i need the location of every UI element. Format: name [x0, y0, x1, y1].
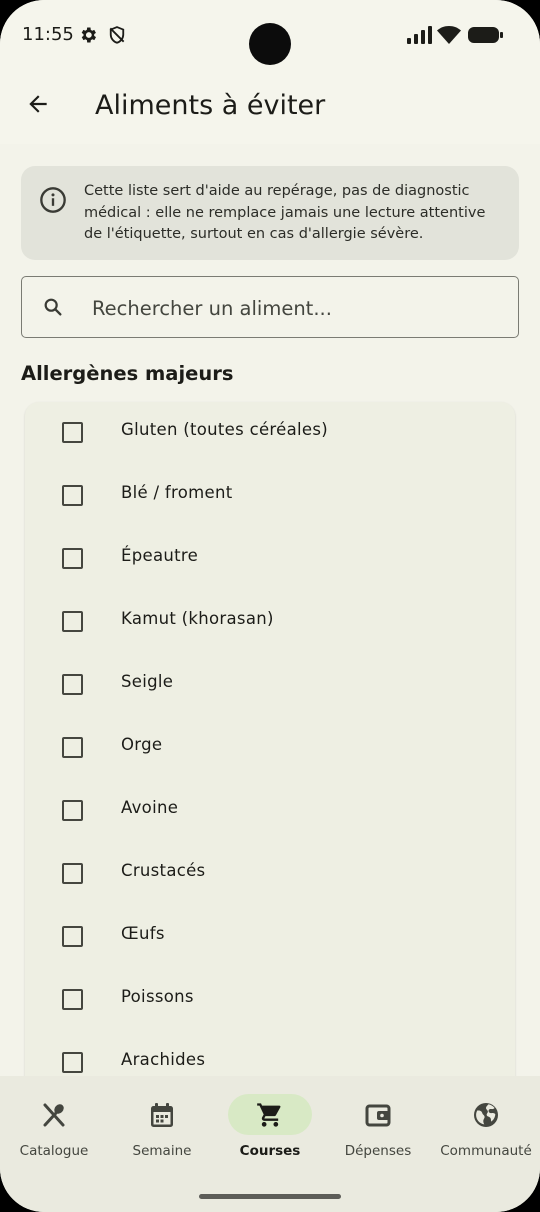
- checkbox[interactable]: [62, 989, 83, 1010]
- list-item[interactable]: Poissons: [25, 969, 515, 1032]
- nav-item-semaine[interactable]: Semaine: [108, 1076, 216, 1176]
- checkbox[interactable]: [62, 485, 83, 506]
- item-label: Orge: [121, 735, 163, 754]
- search-icon: [42, 296, 64, 322]
- main-content[interactable]: Cette liste sert d'aide au repérage, pas…: [0, 144, 540, 1076]
- checkbox[interactable]: [62, 863, 83, 884]
- item-label: Gluten (toutes céréales): [121, 420, 328, 439]
- item-label: Avoine: [121, 798, 179, 817]
- checkbox[interactable]: [62, 1052, 83, 1073]
- utensils-icon: [40, 1101, 68, 1129]
- nav-label: Dépenses: [344, 1143, 412, 1159]
- list-item[interactable]: Crustacés: [25, 843, 515, 906]
- item-label: Œufs: [121, 924, 165, 943]
- item-label: Kamut (khorasan): [121, 609, 274, 628]
- checkbox[interactable]: [62, 674, 83, 695]
- info-notice: Cette liste sert d'aide au repérage, pas…: [21, 166, 519, 260]
- allergen-list: Gluten (toutes céréales) Blé / froment É…: [25, 402, 515, 1076]
- status-time: 11:55: [22, 24, 74, 45]
- item-label: Blé / froment: [121, 483, 233, 502]
- battery-icon: [468, 26, 504, 48]
- gesture-bar: [199, 1194, 341, 1199]
- list-item[interactable]: Arachides: [25, 1032, 515, 1076]
- nav-item-communaute[interactable]: Communauté: [432, 1076, 540, 1176]
- list-item[interactable]: Seigle: [25, 654, 515, 717]
- checkbox[interactable]: [62, 611, 83, 632]
- list-item[interactable]: Gluten (toutes céréales): [25, 402, 515, 465]
- shield-icon: [107, 24, 127, 50]
- camera-cutout: [249, 23, 291, 65]
- phone-screen: 11:55 Aliments à éviter Cette liste sert…: [0, 0, 540, 1212]
- list-item[interactable]: Épeautre: [25, 528, 515, 591]
- search-field[interactable]: [21, 276, 519, 338]
- wifi-icon: [437, 25, 461, 49]
- top-app-bar: Aliments à éviter: [0, 72, 540, 144]
- checkbox[interactable]: [62, 926, 83, 947]
- bottom-navigation: Catalogue Semaine Courses Dépenses Commu…: [0, 1076, 540, 1212]
- checkbox[interactable]: [62, 800, 83, 821]
- nav-item-courses[interactable]: Courses: [216, 1076, 324, 1176]
- checkbox[interactable]: [62, 422, 83, 443]
- nav-label: Semaine: [132, 1143, 192, 1159]
- nav-item-catalogue[interactable]: Catalogue: [0, 1076, 108, 1176]
- nav-label: Courses: [239, 1143, 301, 1159]
- item-label: Crustacés: [121, 861, 206, 880]
- info-icon: [39, 186, 67, 218]
- section-title: Allergènes majeurs: [21, 362, 234, 385]
- list-item[interactable]: Avoine: [25, 780, 515, 843]
- list-item[interactable]: Œufs: [25, 906, 515, 969]
- item-label: Épeautre: [121, 546, 199, 565]
- checkbox[interactable]: [62, 548, 83, 569]
- arrow-back-icon: [25, 91, 51, 121]
- list-item[interactable]: Orge: [25, 717, 515, 780]
- item-label: Seigle: [121, 672, 174, 691]
- globe-icon: [472, 1101, 500, 1129]
- notice-text: Cette liste sert d'aide au repérage, pas…: [84, 183, 486, 242]
- search-input[interactable]: [90, 287, 504, 329]
- wallet-icon: [364, 1101, 392, 1129]
- status-bar: 11:55: [0, 0, 540, 72]
- page-title: Aliments à éviter: [95, 90, 326, 121]
- item-label: Arachides: [121, 1050, 206, 1069]
- nav-item-depenses[interactable]: Dépenses: [324, 1076, 432, 1176]
- list-item[interactable]: Kamut (khorasan): [25, 591, 515, 654]
- nav-label: Catalogue: [19, 1143, 89, 1159]
- calendar-icon: [148, 1101, 176, 1129]
- nav-label: Communauté: [440, 1143, 532, 1159]
- checkbox[interactable]: [62, 737, 83, 758]
- back-button[interactable]: [18, 86, 58, 126]
- list-item[interactable]: Blé / froment: [25, 465, 515, 528]
- item-label: Poissons: [121, 987, 194, 1006]
- cart-icon: [256, 1101, 284, 1129]
- signal-icon: [406, 26, 432, 48]
- gear-icon: [78, 24, 98, 50]
